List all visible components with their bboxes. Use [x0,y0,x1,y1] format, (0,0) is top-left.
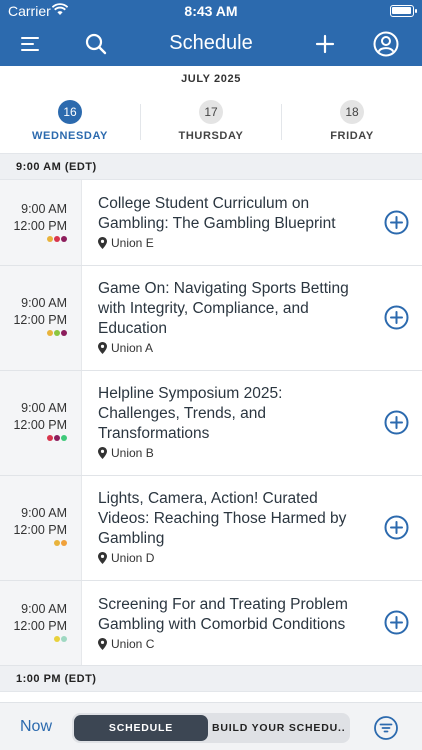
session-title: Helpline Symposium 2025: Challenges, Tre… [98,385,283,442]
session-times: 9:00 AM 12:00 PM [13,400,67,434]
track-dots [47,330,67,336]
session-location: Union B [98,446,154,460]
session-end-time: 12:00 PM [13,523,67,537]
section-header: 9:00 AM (EDT) [0,154,422,180]
location-label: Union A [111,341,154,355]
session-end-time: 12:00 PM [13,219,67,233]
location-pin-icon [98,447,107,459]
track-dot [61,330,67,336]
add-to-schedule-icon[interactable] [384,515,409,540]
session-start-time: 9:00 AM [21,602,67,616]
nav-bar: Schedule [0,22,422,66]
track-dot [54,236,60,242]
add-to-schedule-icon[interactable] [384,610,409,635]
track-dots [47,236,67,242]
session-title: Screening For and Treating Problem Gambl… [98,596,348,633]
session-row[interactable]: 9:00 AM 12:00 PM Lights, Camera, Action!… [0,476,422,581]
day-tab-wednesday[interactable]: 16 WEDNESDAY [0,98,140,148]
session-time-column: 9:00 AM 12:00 PM [0,581,82,665]
track-dot [47,435,53,441]
now-button[interactable]: Now [20,718,52,736]
month-label: JULY 2025 [181,73,241,85]
day-tab-friday[interactable]: 18 FRIDAY [282,98,422,148]
session-row[interactable]: 9:00 AM 12:00 PM Screening For and Treat… [0,581,422,666]
day-number: 18 [340,100,364,124]
location-pin-icon [98,237,107,249]
location-label: Union B [111,446,154,460]
session-time-column: 9:00 AM 12:00 PM [0,180,82,265]
page-title: Schedule [169,32,253,54]
location-pin-icon [98,342,107,354]
track-dots [47,435,67,441]
track-dot [61,435,67,441]
day-number: 17 [199,100,223,124]
session-title: Game On: Navigating Sports Betting with … [98,280,349,337]
track-dot [61,636,67,642]
track-dot [47,236,53,242]
session-title: Lights, Camera, Action! Curated Videos: … [98,490,347,547]
track-dot [54,330,60,336]
track-dots [54,636,67,642]
session-row[interactable]: 9:00 AM 12:00 PM College Student Curricu… [0,180,422,266]
session-start-time: 9:00 AM [21,401,67,415]
day-name: WEDNESDAY [32,130,108,142]
section-header: 1:00 PM (EDT) [0,666,422,692]
session-end-time: 12:00 PM [13,418,67,432]
session-times: 9:00 AM 12:00 PM [13,505,67,539]
location-label: Union D [111,551,155,565]
session-row[interactable]: 9:00 AM 12:00 PM Helpline Symposium 2025… [0,371,422,476]
clock: 8:43 AM [184,3,238,19]
day-name: FRIDAY [330,130,374,142]
day-tab-thursday[interactable]: 17 THURSDAY [141,98,281,148]
session-location: Union A [98,341,153,355]
day-name: THURSDAY [178,130,244,142]
location-label: Union E [111,236,154,250]
track-dot [61,236,67,242]
day-number: 16 [58,100,82,124]
session-title: College Student Curriculum on Gambling: … [98,195,336,232]
session-start-time: 9:00 AM [21,506,67,520]
session-time-column: 9:00 AM 12:00 PM [0,266,82,370]
session-location: Union E [98,236,154,250]
location-label: Union C [111,637,155,651]
track-dot [61,540,67,546]
session-times: 9:00 AM 12:00 PM [13,201,67,235]
track-dots [54,540,67,546]
session-row[interactable]: 9:00 AM 12:00 PM Game On: Navigating Spo… [0,266,422,371]
track-dot [54,435,60,441]
add-to-schedule-icon[interactable] [384,305,409,330]
session-times: 9:00 AM 12:00 PM [13,295,67,329]
location-pin-icon [98,552,107,564]
location-pin-icon [98,638,107,650]
status-bar: Carrier 8:43 AM [0,0,422,22]
battery-icon [390,5,417,17]
view-segmented-control: SCHEDULE BUILD YOUR SCHEDU... [72,713,350,743]
session-times: 9:00 AM 12:00 PM [13,601,67,635]
track-dot [54,636,60,642]
tab-build-your-schedule[interactable]: BUILD YOUR SCHEDU... [212,715,346,741]
session-location: Union C [98,637,154,651]
profile-icon[interactable] [372,30,400,58]
date-selector: JULY 2025 16 WEDNESDAY 17 THURSDAY 18 FR… [0,66,422,154]
add-to-schedule-icon[interactable] [384,210,409,235]
filter-icon[interactable] [374,716,398,740]
bottom-toolbar: Now SCHEDULE BUILD YOUR SCHEDU... [0,702,422,750]
session-end-time: 12:00 PM [13,313,67,327]
tab-schedule[interactable]: SCHEDULE [74,715,208,741]
session-start-time: 9:00 AM [21,202,67,216]
track-dot [47,330,53,336]
session-location: Union D [98,551,154,565]
session-time-column: 9:00 AM 12:00 PM [0,371,82,475]
session-end-time: 12:00 PM [13,619,67,633]
track-dot [54,540,60,546]
add-to-schedule-icon[interactable] [384,410,409,435]
session-start-time: 9:00 AM [21,296,67,310]
plus-icon[interactable] [311,30,339,58]
session-time-column: 9:00 AM 12:00 PM [0,476,82,580]
